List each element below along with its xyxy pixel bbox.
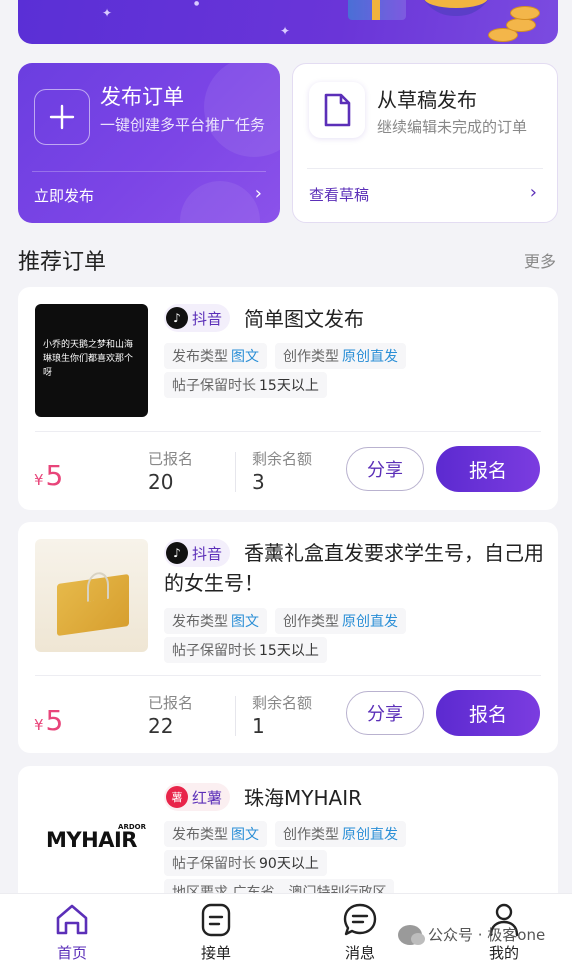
order-card[interactable]: ♪ 抖音 香薰礼盒直发要求学生号，自己用的女生号！ 发布类型 图文 创作类型 原创直… — [18, 522, 558, 753]
order-thumbnail[interactable] — [35, 539, 148, 652]
sparkle-icon: ✦ — [102, 6, 113, 20]
registered-count: 20 — [148, 470, 174, 494]
tag-row: 帖子保留时长 90天以上 — [164, 850, 327, 876]
tab-messages[interactable]: 消息 — [320, 900, 400, 960]
chevron-right-icon[interactable]: › — [255, 183, 262, 204]
wechat-icon — [398, 924, 425, 945]
coin-illustration — [506, 18, 536, 32]
tab-label: 接单 — [200, 944, 231, 960]
registered-label: 已报名 — [148, 450, 194, 468]
price: ¥5 — [34, 704, 64, 737]
order-card[interactable]: 小乔的天鹅之梦和山海琳琅生你们都喜欢那个呀 ♪ 抖音 简单图文发布 发布类型 图文… — [18, 287, 558, 510]
gift-box-image — [57, 573, 129, 637]
order-title: 香薰礼盒直发要求学生号，自己用的女生号！ — [164, 541, 544, 595]
thumbnail-caption: 小乔的天鹅之梦和山海琳琅生你们都喜欢那个呀 — [43, 340, 134, 378]
divider — [307, 168, 543, 169]
order-title: 珠海MYHAIR — [244, 786, 362, 810]
decor-bubble — [204, 63, 280, 157]
divider — [32, 171, 266, 172]
apply-button[interactable]: 报名 — [436, 690, 540, 736]
tab-orders[interactable]: 接单 — [176, 900, 256, 960]
sparkle-icon: ✦ — [280, 24, 291, 38]
section-title: 推荐订单 — [18, 250, 107, 275]
publish-type-tag: 发布类型 图文 — [164, 343, 267, 369]
clipboard-icon — [196, 900, 236, 940]
tag-row: 发布类型 图文 创作类型 原创直发 — [164, 608, 406, 634]
remaining-label: 剩余名额 — [252, 694, 313, 712]
tab-label: 首页 — [56, 944, 87, 960]
remaining-count: 1 — [252, 714, 265, 738]
chevron-right-icon[interactable]: › — [530, 182, 537, 203]
creation-type-tag: 创作类型 原创直发 — [275, 608, 406, 634]
retention-tag: 帖子保留时长 15天以上 — [164, 372, 327, 398]
draft-card-subtitle: 继续编辑未完成的订单 — [377, 118, 528, 136]
remaining-label: 剩余名额 — [252, 450, 313, 468]
watermark-text: 公众号 · 极客one — [428, 926, 546, 944]
publish-card-title: 发布订单 — [100, 85, 184, 109]
tab-label: 消息 — [344, 944, 375, 960]
promo-banner[interactable]: ✦ ✦ ● — [18, 0, 558, 44]
apply-button[interactable]: 报名 — [436, 446, 540, 492]
publish-type-tag: 发布类型 图文 — [164, 608, 267, 634]
chat-icon — [340, 900, 380, 940]
order-thumbnail[interactable]: MYHAIR ARDOR — [35, 783, 148, 896]
retention-tag: 帖子保留时长 90天以上 — [164, 850, 327, 876]
order-title: 简单图文发布 — [244, 307, 364, 331]
douyin-icon: ♪ — [166, 307, 188, 329]
publish-now-link[interactable]: 立即发布 — [34, 185, 94, 206]
publish-type-tag: 发布类型 图文 — [164, 821, 267, 847]
divider — [235, 452, 236, 492]
divider — [35, 431, 541, 432]
brand-logo: MYHAIR — [46, 827, 137, 852]
divider — [235, 696, 236, 736]
sparkle-icon: ● — [194, 0, 200, 7]
home-icon — [52, 900, 92, 940]
draft-card-title: 从草稿发布 — [377, 88, 477, 112]
share-button[interactable]: 分享 — [346, 447, 424, 491]
tab-home[interactable]: 首页 — [32, 900, 112, 960]
platform-badge: ♪ 抖音 — [164, 304, 231, 332]
platform-badge: 薯 红薯 — [164, 783, 231, 811]
remaining-count: 3 — [252, 470, 265, 494]
brand-logo-small: ARDOR — [118, 823, 146, 831]
decor-bubble — [180, 181, 260, 223]
coin-pedestal-illustration — [418, 0, 494, 16]
draft-publish-card[interactable]: 从草稿发布 继续编辑未完成的订单 查看草稿 › — [292, 63, 558, 223]
tag-row: 帖子保留时长 15天以上 — [164, 637, 327, 663]
more-link[interactable]: 更多 — [524, 248, 556, 272]
tag-row: 发布类型 图文 创作类型 原创直发 — [164, 821, 406, 847]
tag-row: 帖子保留时长 15天以上 — [164, 372, 327, 398]
platform-name: 抖音 — [192, 309, 223, 328]
gift-box-illustration — [348, 0, 406, 20]
registered-count: 22 — [148, 714, 174, 738]
view-drafts-link[interactable]: 查看草稿 — [309, 184, 369, 205]
order-thumbnail[interactable]: 小乔的天鹅之梦和山海琳琅生你们都喜欢那个呀 — [35, 304, 148, 417]
creation-type-tag: 创作类型 原创直发 — [275, 343, 406, 369]
publish-card-subtitle: 一键创建多平台推广任务 — [100, 116, 266, 134]
creation-type-tag: 创作类型 原创直发 — [275, 821, 406, 847]
watermark: 公众号 · 极客one — [398, 924, 545, 945]
hongshu-icon: 薯 — [166, 786, 188, 808]
coin-illustration — [510, 6, 540, 20]
publish-order-card[interactable]: 发布订单 一键创建多平台推广任务 立即发布 › — [18, 63, 280, 223]
document-icon — [309, 82, 365, 138]
price: ¥5 — [34, 459, 64, 492]
share-button[interactable]: 分享 — [346, 691, 424, 735]
plus-icon — [34, 89, 90, 145]
platform-name: 红薯 — [192, 788, 223, 807]
registered-label: 已报名 — [148, 694, 194, 712]
divider — [35, 675, 541, 676]
tag-row: 发布类型 图文 创作类型 原创直发 — [164, 343, 406, 369]
retention-tag: 帖子保留时长 15天以上 — [164, 637, 327, 663]
